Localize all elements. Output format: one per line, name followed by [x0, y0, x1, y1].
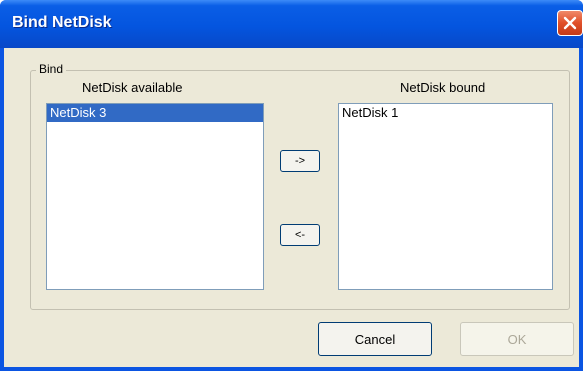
bound-listbox[interactable]: NetDisk 1 — [338, 103, 553, 290]
available-list-label: NetDisk available — [82, 80, 183, 95]
bound-list-label: NetDisk bound — [400, 80, 486, 95]
window-title: Bind NetDisk — [12, 14, 112, 31]
available-listbox[interactable]: NetDisk 3 — [46, 103, 264, 290]
ok-button[interactable]: OK — [460, 322, 574, 356]
move-right-button[interactable]: -> — [280, 150, 320, 172]
bound-list-item[interactable]: NetDisk 1 — [339, 104, 552, 122]
cancel-button[interactable]: Cancel — [318, 322, 432, 356]
close-icon — [563, 16, 577, 30]
close-button[interactable] — [557, 10, 583, 36]
group-label: Bind — [36, 62, 67, 76]
move-left-button[interactable]: <- — [280, 224, 320, 246]
available-list-item[interactable]: NetDisk 3 — [47, 104, 263, 122]
title-bar[interactable]: Bind NetDisk — [0, 0, 583, 48]
